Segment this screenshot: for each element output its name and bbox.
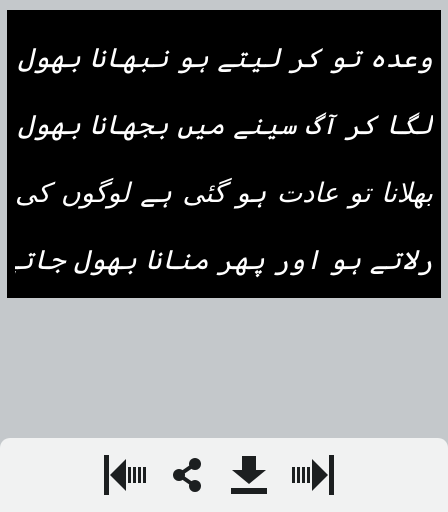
download-button[interactable] (223, 449, 275, 501)
bottom-toolbar (0, 438, 448, 512)
verse-line-4: رلاتے ہو اور پھر منانا بھول جاتے ہو (15, 244, 433, 276)
share-button[interactable] (161, 449, 213, 501)
next-button[interactable] (288, 449, 340, 501)
poetry-image: وعدہ تو کر لیتے ہو نبھانا بھول جاتے ہو ل… (7, 10, 441, 298)
previous-page-icon (104, 455, 146, 495)
verse-line-3: بھلانا تو عادت ہو گئی ہے لوگوں کی (15, 177, 433, 209)
download-icon (231, 456, 267, 494)
share-icon (173, 458, 201, 492)
next-page-icon (292, 455, 334, 495)
verse-line-2: لگا کر آگ سینے میں بجھانا بھول جاتے ہو (15, 110, 433, 142)
previous-button[interactable] (98, 449, 150, 501)
verse-line-1: وعدہ تو کر لیتے ہو نبھانا بھول جاتے ہو (15, 43, 433, 74)
